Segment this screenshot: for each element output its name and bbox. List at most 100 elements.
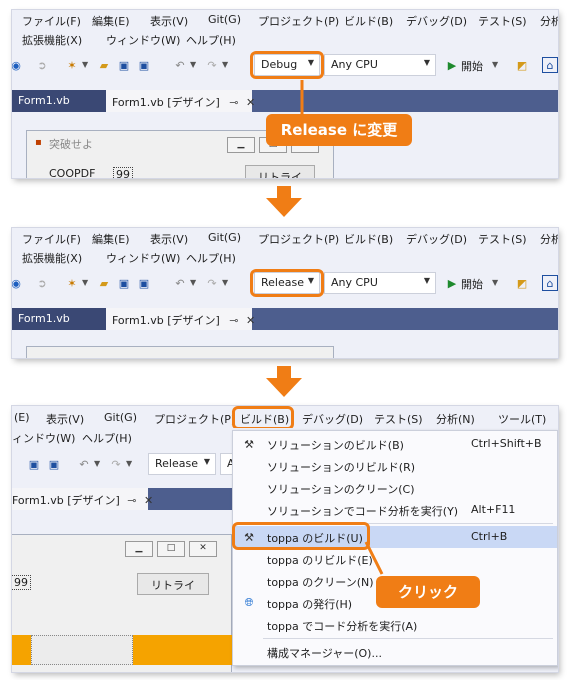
- menu-window[interactable]: ィンドウ(W): [12, 430, 75, 446]
- pin-icon[interactable]: ⊸: [127, 494, 136, 507]
- minimize-icon[interactable]: ▁: [125, 541, 153, 557]
- platform-combo[interactable]: Any CPU ▼: [324, 272, 436, 294]
- redo-icon[interactable]: ↷: [204, 275, 220, 291]
- redo-icon[interactable]: ↷: [108, 456, 124, 472]
- maximize-icon[interactable]: □: [157, 541, 185, 557]
- menu-test[interactable]: テスト(S): [478, 231, 527, 247]
- undo-icon[interactable]: ↶: [172, 57, 188, 73]
- start-dropdown-icon[interactable]: ▼: [492, 60, 498, 69]
- undo-dropdown-icon[interactable]: ▼: [190, 60, 196, 69]
- menu-file[interactable]: ファイル(F): [22, 13, 81, 29]
- menu-view[interactable]: 表示(V): [46, 411, 84, 427]
- close-icon[interactable]: ✕: [246, 314, 255, 327]
- save-icon[interactable]: ▣: [116, 275, 132, 291]
- undo-icon[interactable]: ↶: [172, 275, 188, 291]
- menu-debug[interactable]: デバッグ(D): [406, 13, 467, 29]
- solution-config-combo[interactable]: Release ▼: [148, 453, 216, 475]
- menu-item-rebuild-project[interactable]: toppa のリビルド(E): [233, 548, 557, 570]
- menu-edit[interactable]: 編集(E): [92, 231, 130, 247]
- new-project-icon[interactable]: ✶: [64, 57, 80, 73]
- minimize-icon[interactable]: ▁: [227, 137, 255, 153]
- pin-icon[interactable]: ⊸: [229, 314, 238, 327]
- menu-project[interactable]: プロジェクト(P): [258, 231, 339, 247]
- new-project-dropdown-icon[interactable]: ▼: [82, 60, 88, 69]
- start-label[interactable]: 開始: [461, 58, 483, 74]
- close-icon[interactable]: ✕: [246, 96, 255, 109]
- menu-build[interactable]: ビルド(B): [344, 13, 393, 29]
- menu-git[interactable]: Git(G): [208, 231, 241, 244]
- tab-form1-code[interactable]: Form1.vb: [12, 90, 106, 112]
- platform-combo[interactable]: Any CPU ▼: [324, 54, 436, 76]
- undo-dropdown-icon[interactable]: ▼: [94, 459, 100, 468]
- menu-edit[interactable]: (E): [14, 411, 30, 424]
- menu-extensions[interactable]: 拡張機能(X): [22, 32, 82, 48]
- start-dropdown-icon[interactable]: ▼: [492, 278, 498, 287]
- undo-dropdown-icon[interactable]: ▼: [190, 278, 196, 287]
- menu-build[interactable]: ビルド(B): [344, 231, 393, 247]
- redo-icon[interactable]: ↷: [204, 57, 220, 73]
- tab-form1-designer[interactable]: Form1.vb [デザイン] ⊸ ✕: [106, 308, 255, 330]
- close-icon[interactable]: ✕: [189, 541, 217, 557]
- menu-item-build-solution[interactable]: ⚒ ソリューションのビルド(B) Ctrl+Shift+B: [233, 433, 557, 455]
- new-project-icon[interactable]: ✶: [64, 275, 80, 291]
- find-icon[interactable]: ◩: [514, 57, 530, 73]
- home-icon[interactable]: ⌂: [542, 57, 558, 73]
- pin-icon[interactable]: ⊸: [229, 96, 238, 109]
- save-all-icon[interactable]: ▣: [136, 275, 152, 291]
- menu-project[interactable]: プロジェクト(P): [154, 411, 235, 427]
- open-folder-icon[interactable]: ▰: [96, 57, 112, 73]
- undo-icon[interactable]: ↶: [76, 456, 92, 472]
- menu-test[interactable]: テスト(S): [374, 411, 423, 427]
- save-icon[interactable]: ▣: [116, 57, 132, 73]
- home-icon[interactable]: ⌂: [542, 275, 558, 291]
- menu-window[interactable]: ウィンドウ(W): [106, 250, 180, 266]
- open-folder-icon[interactable]: ▰: [96, 275, 112, 291]
- menu-git[interactable]: Git(G): [104, 411, 137, 424]
- menu-help[interactable]: ヘルプ(H): [186, 250, 236, 266]
- save-all-icon[interactable]: ▣: [46, 456, 62, 472]
- menu-window[interactable]: ウィンドウ(W): [106, 32, 180, 48]
- menu-item-config-manager[interactable]: 構成マネージャー(O)...: [233, 641, 557, 663]
- save-all-icon[interactable]: ▣: [136, 57, 152, 73]
- menu-item-rebuild-solution[interactable]: ソリューションのリビルド(R): [233, 455, 557, 477]
- menu-debug[interactable]: デバッグ(D): [302, 411, 363, 427]
- menu-item-clean-solution[interactable]: ソリューションのクリーン(C): [233, 477, 557, 499]
- start-label[interactable]: 開始: [461, 276, 483, 292]
- navigate-forward-icon[interactable]: ➲: [34, 275, 50, 291]
- tab-form1-designer-label: Form1.vb [デザイン]: [112, 314, 220, 327]
- start-play-icon[interactable]: ▶: [444, 57, 460, 73]
- menu-edit[interactable]: 編集(E): [92, 13, 130, 29]
- menu-tools[interactable]: ツール(T): [498, 411, 546, 427]
- start-play-icon[interactable]: ▶: [444, 275, 460, 291]
- redo-dropdown-icon[interactable]: ▼: [222, 278, 228, 287]
- menu-debug[interactable]: デバッグ(D): [406, 231, 467, 247]
- menu-analyze[interactable]: 分析(N): [436, 411, 475, 427]
- tab-form1-code[interactable]: Form1.vb: [12, 308, 106, 330]
- menu-extensions[interactable]: 拡張機能(X): [22, 250, 82, 266]
- menu-git[interactable]: Git(G): [208, 13, 241, 26]
- menu-analyze[interactable]: 分析: [540, 13, 558, 29]
- tab-form1-designer[interactable]: Form1.vb [デザイン] ⊸ ✕: [12, 488, 153, 510]
- menu-item-analyze-project[interactable]: toppa でコード分析を実行(A): [233, 614, 557, 636]
- retry-button[interactable]: リトライ: [245, 165, 315, 178]
- tab-form1-designer[interactable]: Form1.vb [デザイン] ⊸ ✕: [106, 90, 255, 112]
- menu-analyze[interactable]: 分析: [540, 231, 558, 247]
- save-icon[interactable]: ▣: [26, 456, 42, 472]
- navigate-back-icon[interactable]: ◉: [12, 275, 24, 291]
- menu-help[interactable]: ヘルプ(H): [186, 32, 236, 48]
- menu-help[interactable]: ヘルプ(H): [82, 430, 132, 446]
- navigate-forward-icon[interactable]: ➲: [34, 57, 50, 73]
- close-icon[interactable]: ✕: [144, 494, 153, 507]
- menu-view[interactable]: 表示(V): [150, 13, 188, 29]
- menu-test[interactable]: テスト(S): [478, 13, 527, 29]
- menu-item-analyze-solution[interactable]: ソリューションでコード分析を実行(Y) Alt+F11: [233, 499, 557, 521]
- retry-button[interactable]: リトライ: [137, 573, 209, 595]
- redo-dropdown-icon[interactable]: ▼: [222, 60, 228, 69]
- navigate-back-icon[interactable]: ◉: [12, 57, 24, 73]
- find-icon[interactable]: ◩: [514, 275, 530, 291]
- menu-project[interactable]: プロジェクト(P): [258, 13, 339, 29]
- menu-view[interactable]: 表示(V): [150, 231, 188, 247]
- menu-file[interactable]: ファイル(F): [22, 231, 81, 247]
- redo-dropdown-icon[interactable]: ▼: [126, 459, 132, 468]
- new-project-dropdown-icon[interactable]: ▼: [82, 278, 88, 287]
